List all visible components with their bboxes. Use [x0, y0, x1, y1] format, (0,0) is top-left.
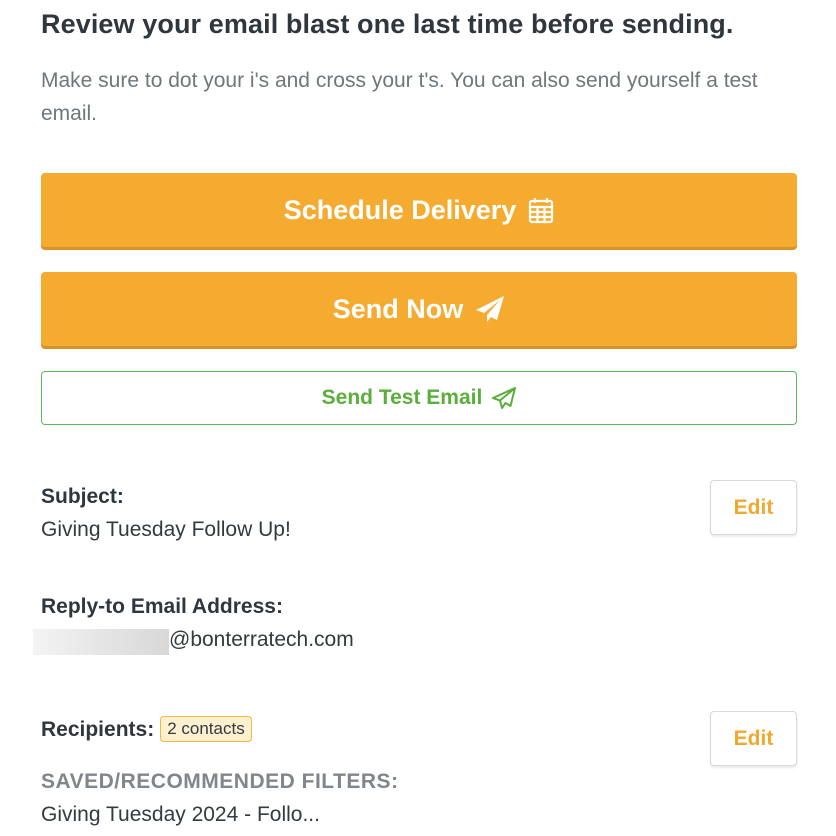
subject-value: Giving Tuesday Follow Up!	[41, 518, 291, 541]
recipients-label: Recipients:	[41, 718, 155, 741]
paper-plane-outline-icon	[492, 387, 517, 409]
paper-plane-icon	[475, 295, 505, 323]
send-now-label: Send Now	[332, 293, 464, 324]
schedule-delivery-label: Schedule Delivery	[283, 194, 517, 225]
page-subtitle: Make sure to dot your i's and cross your…	[41, 69, 758, 125]
calendar-icon	[528, 197, 554, 224]
subject-label: Subject:	[41, 485, 124, 508]
recipients-row: Recipients: 2 contacts	[41, 716, 252, 742]
schedule-delivery-button[interactable]: Schedule Delivery	[41, 173, 797, 247]
recipients-count-badge: 2 contacts	[160, 716, 252, 742]
reply-to-label: Reply-to Email Address:	[41, 595, 283, 618]
send-now-button[interactable]: Send Now	[41, 272, 797, 346]
edit-subject-button[interactable]: Edit	[710, 480, 797, 535]
edit-recipients-button[interactable]: Edit	[710, 711, 797, 766]
send-test-email-button[interactable]: Send Test Email	[41, 371, 797, 425]
page-title: Review your email blast one last time be…	[41, 9, 734, 39]
send-test-email-label: Send Test Email	[321, 386, 483, 409]
saved-filters-label: SAVED/RECOMMENDED FILTERS:	[41, 770, 399, 793]
reply-to-email-domain: @bonterratech.com	[169, 628, 354, 651]
saved-filter-value: Giving Tuesday 2024 - Follo...	[41, 803, 320, 826]
redacted-email-local-part	[33, 629, 169, 655]
